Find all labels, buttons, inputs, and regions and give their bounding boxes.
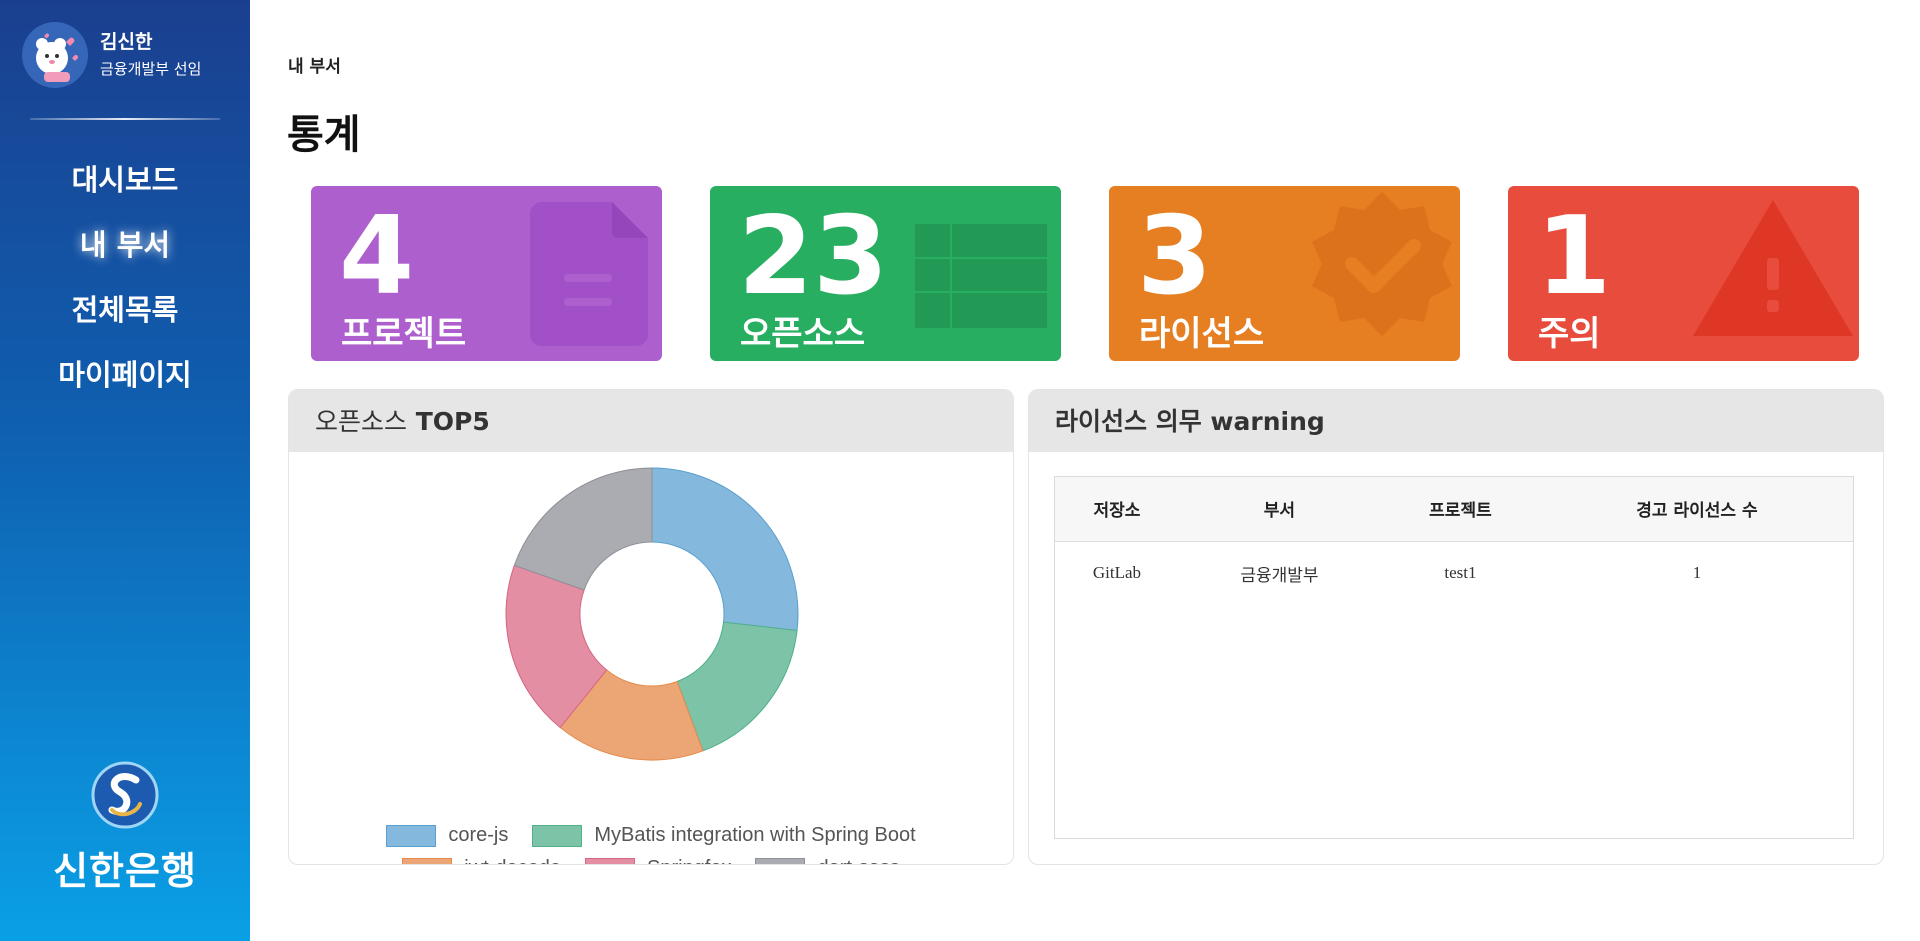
legend-swatch [402,857,453,864]
top5-title-suffix: TOP5 [415,407,490,436]
bank-logo-text: 신한은행 [53,849,197,893]
main-nav: 대시보드 내 부서 전체목록 마이페이지 [0,155,250,415]
stat-card-warnings[interactable]: 1 주의 [1508,186,1859,361]
table-cell-warning-count: 1 [1692,563,1702,583]
stat-label-warnings: 주의 [1538,314,1601,354]
legend-row: jwt-decode Springfox dart-sass [289,857,1013,864]
legend-item[interactable]: Springfox [584,857,732,864]
legend-swatch [386,824,437,847]
donut-chart: core-js MyBatis integration with Spring B… [289,452,1013,864]
bank-logo-icon [91,761,159,829]
nav-item-dashboard[interactable]: 대시보드 [0,155,250,220]
donut-slice-dart-sass[interactable] [513,467,653,591]
donut-chart-svg [505,467,799,761]
table-row[interactable]: GitLab 금융개발부 test1 1 [1055,541,1853,605]
stat-card-licenses[interactable]: 3 라이선스 [1109,186,1460,361]
table-header-row: 저장소 부서 프로젝트 경고 라이선스 수 [1055,477,1853,542]
sidebar: 김신한 금융개발부 선임 대시보드 내 부서 전체목록 마이페이지 신한은행 [0,0,250,941]
breadcrumb: 내 부서 [288,57,341,77]
warning-table: 저장소 부서 프로젝트 경고 라이선스 수 GitLab 금융개발부 test1… [1055,477,1853,605]
stat-value-opensource: 23 [738,194,889,319]
stat-label-opensource: 오픈소스 [740,314,866,354]
badge-check-icon [1312,192,1452,336]
user-profile: 김신한 금융개발부 선임 [22,22,201,88]
user-name: 김신한 [100,31,153,53]
top5-title-prefix: 오픈소스 [315,407,408,436]
column-header-department[interactable]: 부서 [1178,477,1380,542]
stat-label-projects: 프로젝트 [341,314,467,354]
legend-label: Springfox [647,857,732,864]
legend-item[interactable]: MyBatis integration with Spring Boot [532,824,916,847]
sidebar-divider [30,118,220,120]
legend-label: MyBatis integration with Spring Boot [594,824,916,846]
top5-panel-header: 오픈소스 TOP5 [289,390,1013,452]
legend-swatch [755,857,806,864]
legend-label: dart-sass [817,857,899,864]
donut-slice-core-js[interactable] [651,467,799,632]
column-header-project[interactable]: 프로젝트 [1380,477,1541,542]
legend-swatch [532,824,583,847]
avatar [22,22,88,88]
warning-table-container: 저장소 부서 프로젝트 경고 라이선스 수 GitLab 금융개발부 test1… [1054,476,1854,839]
column-header-repository[interactable]: 저장소 [1055,477,1179,542]
nav-item-my-department[interactable]: 내 부서 [0,220,250,285]
table-cell-project: test1 [1444,563,1477,583]
page-title: 통계 [287,112,361,158]
legend-item[interactable]: core-js [386,824,508,847]
stat-card-opensource[interactable]: 23 오픈소스 [710,186,1061,361]
document-icon [530,202,648,346]
table-icon [915,224,1047,328]
stat-value-licenses: 3 [1137,194,1213,319]
stat-label-licenses: 라이선스 [1139,314,1265,354]
column-header-warning-count[interactable]: 경고 라이선스 수 [1540,477,1853,542]
warning-panel-header: 라이선스 의무 warning [1029,390,1883,452]
table-cell-repository: GitLab [1092,563,1141,583]
stat-value-projects: 4 [339,194,415,319]
bank-logo: 신한은행 [0,760,250,895]
table-cell-department: 금융개발부 [1240,565,1319,585]
nav-item-my-page[interactable]: 마이페이지 [0,350,250,415]
legend-row: core-js MyBatis integration with Spring B… [289,824,1013,847]
warning-panel: 라이선스 의무 warning 저장소 부서 프로젝트 경고 라이선스 수 Gi… [1028,389,1884,865]
stat-value-warnings: 1 [1536,194,1612,319]
chart-legend: core-js MyBatis integration with Spring B… [289,824,1013,864]
warning-icon [1693,200,1853,336]
legend-label: jwt-decode [464,857,561,864]
main-content: 내 부서 통계 4 프로젝트 23 오픈소스 3 라이선스 1 주의 오픈소스 … [250,0,1920,941]
legend-swatch [584,857,635,864]
legend-item[interactable]: jwt-decode [402,857,561,864]
legend-label: core-js [448,824,509,846]
stat-card-projects[interactable]: 4 프로젝트 [311,186,662,361]
nav-item-all-list[interactable]: 전체목록 [0,285,250,350]
user-department: 금융개발부 선임 [100,60,202,78]
legend-item[interactable]: dart-sass [755,857,900,864]
top5-panel: 오픈소스 TOP5 core-js MyBatis integration wit… [288,389,1014,865]
